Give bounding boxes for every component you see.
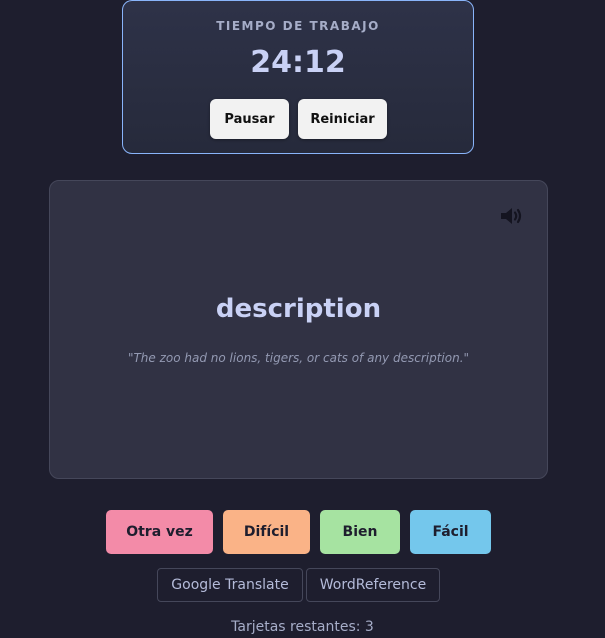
google-translate-link[interactable]: Google Translate [157,568,303,602]
pause-button[interactable]: Pausar [210,99,289,139]
wordreference-link[interactable]: WordReference [306,568,440,602]
speaker-icon[interactable] [499,205,525,227]
remaining-label: Tarjetas restantes: [231,619,361,635]
reset-button[interactable]: Reiniciar [298,99,387,139]
timer-label: TIEMPO DE TRABAJO [216,19,380,33]
remaining-cards-status: Tarjetas restantes: 3 [0,619,605,635]
timer-panel: TIEMPO DE TRABAJO 24:12 Pausar Reiniciar [122,0,474,154]
card-word: description [215,294,382,324]
remaining-count: 3 [364,619,374,635]
easy-button[interactable]: Fácil [410,510,491,554]
flashcard: description "The zoo had no lions, tiger… [49,180,548,479]
card-example-sentence: "The zoo had no lions, tigers, or cats o… [127,351,470,365]
again-button[interactable]: Otra vez [106,510,213,554]
good-button[interactable]: Bien [320,510,400,554]
timer-display: 24:12 [250,45,346,80]
hard-button[interactable]: Difícil [223,510,310,554]
